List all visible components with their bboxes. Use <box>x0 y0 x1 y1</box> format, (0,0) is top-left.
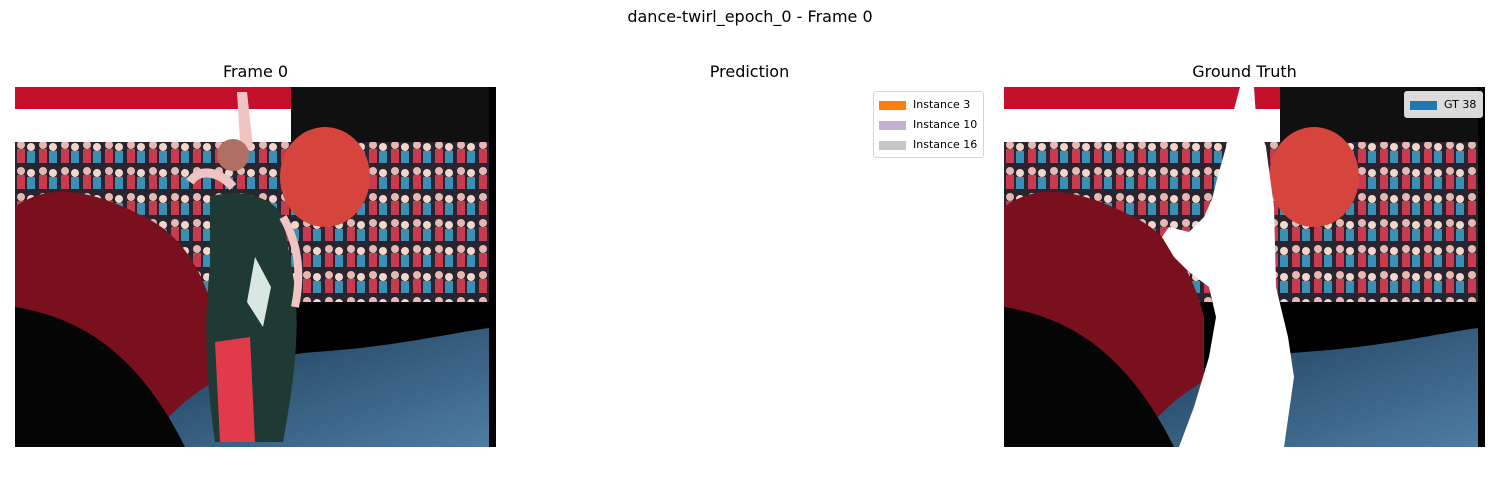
ground-truth-panel-title: Ground Truth <box>1192 62 1297 81</box>
legend-swatch-instance-10 <box>879 120 906 130</box>
prediction-panel-title: Prediction <box>709 62 790 81</box>
legend-label-instance-16: Instance 16 <box>913 138 978 151</box>
ground-truth-image <box>1004 87 1485 447</box>
legend-swatch-instance-3 <box>879 100 906 110</box>
legend-item-instance-16: Instance 16 <box>879 135 977 155</box>
legend-label-instance-10: Instance 10 <box>913 118 978 131</box>
prediction-legend: Instance 3 Instance 10 Instance 16 <box>873 91 985 158</box>
legend-item-gt-38: GT 38 <box>1410 95 1476 115</box>
frame-scene <box>15 87 496 447</box>
frame-panel-title: Frame 0 <box>222 62 289 81</box>
figure-suptitle: dance-twirl_epoch_0 - Frame 0 <box>627 7 873 26</box>
ground-truth-scene <box>1004 87 1485 447</box>
legend-swatch-instance-16 <box>879 140 906 150</box>
legend-item-instance-10: Instance 10 <box>879 115 977 135</box>
legend-swatch-gt-38 <box>1410 100 1437 110</box>
ground-truth-legend: GT 38 <box>1404 91 1484 118</box>
legend-item-instance-3: Instance 3 <box>879 95 977 115</box>
legend-label-gt-38: GT 38 <box>1444 98 1477 111</box>
frame-image <box>15 87 496 447</box>
legend-label-instance-3: Instance 3 <box>913 98 971 111</box>
